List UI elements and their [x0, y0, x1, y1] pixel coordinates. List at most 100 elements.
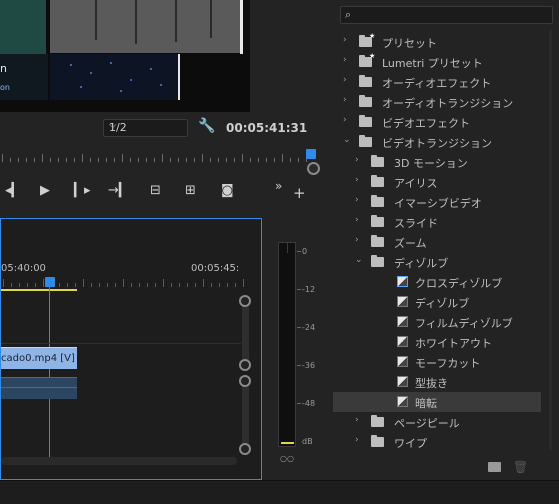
effects-folder-item[interactable]: › オーディオエフェクト — [333, 72, 541, 92]
effects-folder-item[interactable]: › オーディオトランジション — [333, 92, 541, 112]
solo-buttons[interactable]: ○○ — [280, 454, 294, 463]
trash-icon[interactable]: 🗑 — [513, 460, 528, 474]
ruler-tick — [298, 158, 299, 162]
effects-transition-item[interactable]: 暗転 — [333, 392, 541, 412]
folder-icon — [371, 175, 384, 187]
meter-label: -36 — [302, 361, 316, 370]
play-icon[interactable]: ▶ — [40, 183, 50, 198]
ruler-tick — [178, 158, 179, 162]
ruler-tick — [250, 158, 251, 162]
chevron-right-icon[interactable]: › — [355, 195, 359, 205]
video-frame-region — [0, 0, 46, 54]
transition-icon — [397, 376, 408, 387]
effects-folder-item[interactable]: › ★ プリセット — [333, 32, 541, 52]
zoom-scroll-knob[interactable] — [307, 162, 320, 175]
extract-icon[interactable]: ⊞ — [185, 183, 196, 198]
chevron-right-icon[interactable]: › — [355, 155, 359, 165]
meter-label: 0 — [302, 247, 308, 256]
ruler-tick — [91, 283, 92, 287]
folder-icon — [371, 195, 384, 207]
plus-icon[interactable]: + — [293, 184, 306, 202]
effects-search-input[interactable]: ⌕ — [340, 6, 553, 24]
chevron-down-icon[interactable]: ⌄ — [343, 135, 351, 145]
effects-transition-item[interactable]: フィルムディゾルブ — [333, 312, 541, 332]
new-folder-icon[interactable] — [488, 462, 501, 472]
audio-clip[interactable] — [1, 377, 77, 399]
timeline-horizontal-scrollbar[interactable] — [1, 457, 237, 465]
video-clip[interactable]: cado0.mp4 [V] — [1, 347, 77, 369]
go-to-out-icon[interactable]: →▎ — [108, 183, 129, 198]
wrench-icon[interactable]: 🔧 — [198, 118, 215, 134]
chevron-right-icon[interactable]: › — [343, 75, 347, 85]
scroll-knob[interactable] — [239, 375, 251, 387]
chevron-right-icon[interactable]: › — [355, 415, 359, 425]
work-area-bar[interactable] — [1, 289, 77, 291]
resolution-select[interactable]: 1/2 ⌵ — [103, 119, 188, 137]
chevron-right-icon[interactable]: › — [355, 235, 359, 245]
chevron-right-icon[interactable]: › — [343, 115, 347, 125]
chevron-right-icon[interactable]: › — [343, 55, 347, 65]
effects-folder-item[interactable]: › イマーシブビデオ — [333, 192, 541, 212]
lift-icon[interactable]: ⊟ — [150, 183, 161, 198]
playhead-timecode[interactable]: 00:05:41:31 — [226, 121, 307, 135]
effects-item-label: プリセット — [382, 37, 437, 50]
effects-transition-item[interactable]: モーフカット — [333, 352, 541, 372]
effects-item-label: オーディオエフェクト — [382, 77, 492, 90]
chevron-right-icon[interactable]: › — [355, 175, 359, 185]
ruler-tick — [75, 283, 76, 287]
ruler-tick — [83, 279, 84, 287]
scroll-knob[interactable] — [239, 359, 251, 371]
ruler-tick — [3, 279, 4, 287]
effects-folder-item[interactable]: › ページピール — [333, 412, 541, 432]
ruler-tick — [18, 158, 19, 162]
chevron-right-icon[interactable]: › — [343, 35, 347, 45]
monitor-playhead[interactable] — [306, 149, 316, 159]
effects-folder-item[interactable]: › ビデオエフェクト — [333, 112, 541, 132]
video-frame-region — [50, 54, 178, 100]
timeline-panel: 05:40:00 00:05:45: cado0.mp4 [V] — [0, 218, 262, 480]
ruler-tick — [226, 158, 227, 162]
effects-transition-item[interactable]: ホワイトアウト — [333, 332, 541, 352]
ruler-tick — [27, 283, 28, 287]
ruler-tick — [202, 154, 203, 162]
step-forward-icon[interactable]: ▎▸ — [74, 183, 91, 198]
effects-transition-item[interactable]: クロスディゾルブ — [333, 272, 541, 292]
camera-icon[interactable]: ◙ — [221, 183, 234, 198]
chevron-right-icon[interactable]: › — [355, 435, 359, 445]
effects-folder-item[interactable]: ⌄ ビデオトランジション — [333, 132, 541, 152]
effects-item-label: スライド — [394, 217, 438, 230]
effects-folder-item[interactable]: › 3D モーション — [333, 152, 541, 172]
effects-folder-item[interactable]: › アイリス — [333, 172, 541, 192]
effects-item-label: 暗転 — [415, 397, 437, 410]
scroll-knob[interactable] — [239, 295, 251, 307]
transition-icon — [397, 356, 408, 367]
meter-level — [281, 442, 294, 444]
chevron-right-icon[interactable]: › — [355, 215, 359, 225]
transition-icon — [397, 336, 408, 347]
step-back-icon[interactable]: ◂▎ — [5, 183, 22, 198]
effects-folder-item[interactable]: › ワイプ — [333, 432, 541, 452]
effects-scrollbar[interactable] — [549, 30, 552, 450]
effects-folder-item[interactable]: › スライド — [333, 212, 541, 232]
audio-track-scrollbar[interactable] — [242, 379, 249, 451]
ruler-tick — [195, 283, 196, 287]
effects-folder-item[interactable]: ⌄ ディゾルブ — [333, 252, 541, 272]
ruler-tick — [90, 158, 91, 162]
effects-folder-item[interactable]: › ズーム — [333, 232, 541, 252]
effects-folder-item[interactable]: › ★ Lumetri プリセット — [333, 52, 541, 72]
chevron-down-icon[interactable]: ⌄ — [355, 255, 363, 265]
chevron-right-icon[interactable]: › — [343, 95, 347, 105]
effects-item-label: ディゾルブ — [415, 297, 470, 310]
monitor-time-ruler[interactable] — [0, 152, 313, 162]
track-divider — [1, 343, 241, 344]
effects-transition-item[interactable]: ディゾルブ — [333, 292, 541, 312]
timeline-playhead[interactable] — [45, 277, 55, 287]
scroll-knob[interactable] — [239, 443, 251, 455]
ruler-tick — [10, 158, 11, 162]
effects-transition-item[interactable]: 型抜き — [333, 372, 541, 392]
ruler-tick — [266, 158, 267, 162]
timeline-time-ruler[interactable] — [1, 277, 251, 287]
ruler-tick — [99, 283, 100, 287]
ruler-tick — [179, 283, 180, 287]
chevron-double-right-icon[interactable]: » — [275, 179, 282, 193]
